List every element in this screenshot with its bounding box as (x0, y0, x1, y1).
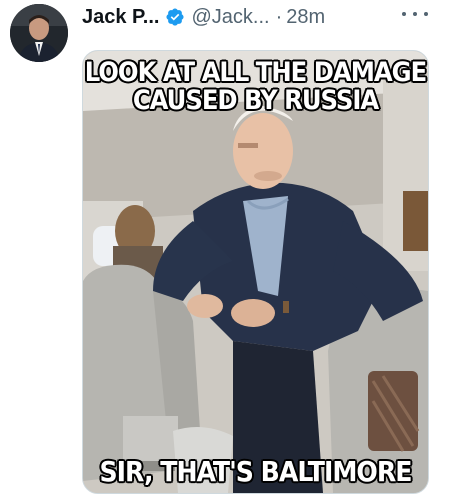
meme-top-line-1: LOOK AT ALL THE DAMAGE (84, 57, 427, 88)
more-options-icon[interactable] (402, 6, 428, 22)
display-name[interactable]: Jack P... (82, 6, 159, 29)
meme-top-line-2: CAUSED BY RUSSIA (132, 84, 379, 116)
separator-dot: · (275, 5, 283, 28)
tweet-media-image[interactable]: LOOK AT ALL THE DAMAGE CAUSED BY RUSSIA … (82, 50, 429, 494)
tweet: Jack P... @Jack... · 28m LOOK AT ALL THE… (0, 0, 457, 500)
meme-photo (83, 51, 428, 493)
timestamp[interactable]: 28m (286, 6, 325, 29)
avatar[interactable] (10, 4, 68, 62)
meme-bottom-caption: SIR, THAT'S BALTIMORE (99, 455, 413, 489)
avatar-image (10, 4, 68, 62)
handle[interactable]: @Jack... (191, 6, 269, 29)
meme-top-caption: LOOK AT ALL THE DAMAGE CAUSED BY RUSSIA (83, 59, 428, 114)
verified-badge-icon (165, 7, 185, 27)
tweet-header: Jack P... @Jack... · 28m (82, 2, 325, 32)
